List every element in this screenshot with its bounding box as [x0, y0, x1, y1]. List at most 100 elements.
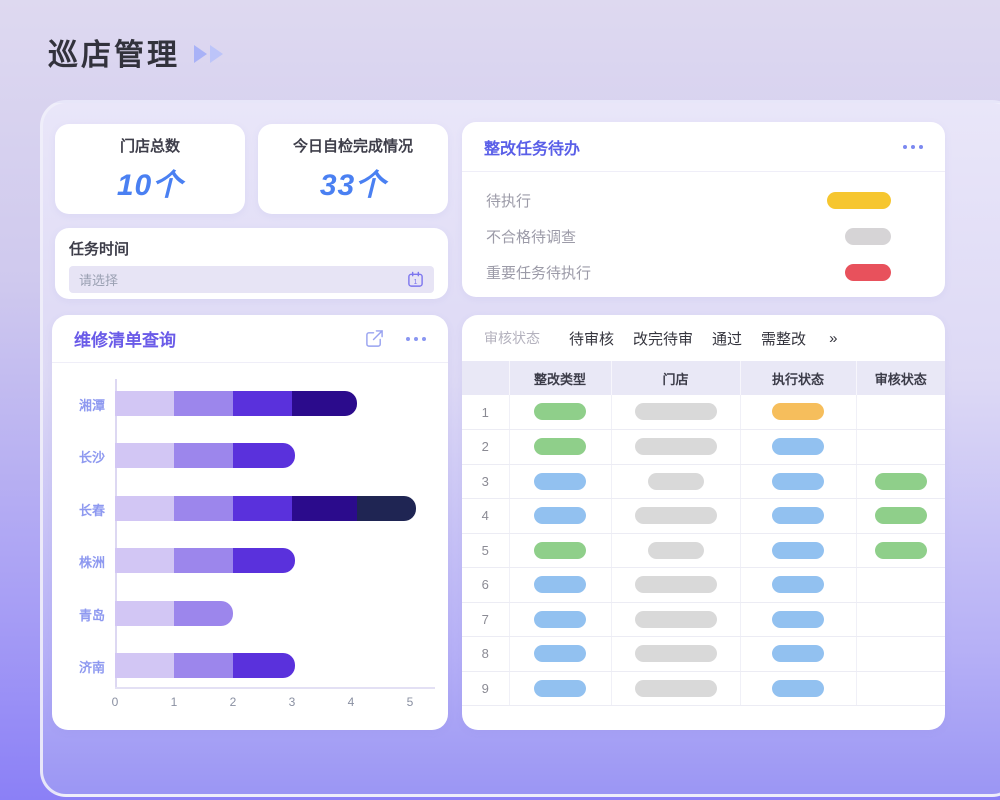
bar-segment: [115, 443, 174, 468]
bar-segment: [115, 653, 174, 678]
stacked-bar[interactable]: [115, 653, 295, 678]
row-number: 7: [462, 602, 509, 637]
status-pill: [875, 473, 927, 490]
status-pill: [845, 264, 891, 281]
todo-card: 整改任务待办 待执行不合格待调查重要任务待执行: [462, 122, 945, 297]
table-row[interactable]: 7: [462, 602, 945, 637]
stat-value: 33个: [320, 160, 386, 204]
chart-category-label: 株洲: [55, 552, 105, 571]
status-pill: [845, 228, 891, 245]
column-header: [462, 361, 509, 395]
chart-y-axis: [115, 379, 117, 687]
chart-bar-row: 青岛: [52, 601, 448, 626]
bar-segment: [292, 496, 357, 521]
bar-segment: [174, 391, 233, 416]
status-pill: [772, 645, 824, 662]
tabs-more-chevron[interactable]: »: [829, 330, 837, 347]
tab-通过[interactable]: 通过: [712, 328, 742, 349]
chart-bar-row: 济南: [52, 653, 448, 678]
chart-bar-row: 长沙: [52, 443, 448, 468]
row-number: 9: [462, 671, 509, 706]
status-pill: [772, 473, 824, 490]
x-tick-label: 5: [407, 695, 414, 709]
bar-segment: [174, 548, 233, 573]
table-row[interactable]: 3: [462, 464, 945, 499]
chart-category-label: 青岛: [55, 605, 105, 624]
chart-category-label: 长沙: [55, 447, 105, 466]
row-number: 3: [462, 464, 509, 499]
x-tick-label: 0: [112, 695, 119, 709]
column-header: 门店: [611, 361, 740, 395]
column-header: 执行状态: [740, 361, 856, 395]
review-filter-label: 审核状态: [484, 328, 540, 348]
bar-segment: [115, 391, 174, 416]
bar-segment: [115, 548, 174, 573]
tab-需整改[interactable]: 需整改: [761, 328, 806, 349]
x-tick-label: 1: [171, 695, 178, 709]
more-menu-icon[interactable]: [406, 337, 426, 341]
arrow-icon: [194, 45, 207, 63]
chart-bar-row: 长春: [52, 496, 448, 521]
stacked-bar[interactable]: [115, 496, 416, 521]
todo-item-label: 不合格待调查: [486, 226, 576, 247]
chart-category-label: 长春: [55, 500, 105, 519]
table-row[interactable]: 9: [462, 671, 945, 706]
task-time-select[interactable]: 请选择 1: [69, 266, 434, 293]
stacked-bar[interactable]: [115, 548, 295, 573]
table-row[interactable]: 6: [462, 568, 945, 603]
chart-x-axis: [115, 687, 435, 689]
status-pill: [635, 403, 717, 420]
status-pill: [875, 542, 927, 559]
bar-segment: [233, 496, 292, 521]
status-pill: [648, 473, 704, 490]
status-pill: [534, 576, 586, 593]
row-number: 6: [462, 568, 509, 603]
stacked-bar[interactable]: [115, 601, 233, 626]
status-pill: [635, 438, 717, 455]
todo-title: 整改任务待办: [484, 135, 580, 159]
todo-item: 重要任务待执行: [486, 254, 921, 290]
title-double-arrow-icon: [194, 45, 223, 63]
todo-item-label: 重要任务待执行: [486, 262, 591, 283]
stacked-bar[interactable]: [115, 443, 295, 468]
task-time-placeholder: 请选择: [79, 270, 407, 289]
table-row[interactable]: 5: [462, 533, 945, 568]
share-export-icon[interactable]: [365, 329, 384, 348]
status-pill: [534, 473, 586, 490]
x-tick-label: 2: [230, 695, 237, 709]
row-number: 2: [462, 430, 509, 465]
task-time-card: 任务时间 请选择 1: [55, 228, 448, 299]
calendar-icon[interactable]: 1: [407, 271, 424, 288]
stacked-bar[interactable]: [115, 391, 357, 416]
bar-segment: [174, 601, 233, 626]
status-pill: [772, 680, 824, 697]
review-table-body: 123456789: [462, 395, 945, 706]
bar-segment: [292, 391, 357, 416]
status-pill: [772, 403, 824, 420]
status-pill: [772, 542, 824, 559]
row-number: 8: [462, 637, 509, 672]
status-pill: [635, 611, 717, 628]
status-pill: [772, 576, 824, 593]
bar-segment: [233, 653, 295, 678]
table-row[interactable]: 4: [462, 499, 945, 534]
tab-改完待审[interactable]: 改完待审: [633, 328, 693, 349]
arrow-icon: [210, 45, 223, 63]
status-pill: [534, 611, 586, 628]
main-panel: 门店总数 10个 今日自检完成情况 33个 任务时间 请选择 1 整改任务待办 …: [40, 100, 1000, 797]
table-row[interactable]: 8: [462, 637, 945, 672]
stat-label: 今日自检完成情况: [293, 135, 413, 156]
x-tick-label: 3: [289, 695, 296, 709]
more-menu-icon[interactable]: [903, 145, 923, 149]
table-row[interactable]: 1: [462, 395, 945, 430]
row-number: 4: [462, 499, 509, 534]
status-pill: [772, 611, 824, 628]
status-pill: [875, 507, 927, 524]
stat-label: 门店总数: [120, 135, 180, 156]
table-row[interactable]: 2: [462, 430, 945, 465]
stat-card-self-check: 今日自检完成情况 33个: [258, 124, 448, 214]
bar-segment: [233, 443, 295, 468]
tab-待审核[interactable]: 待审核: [569, 328, 614, 349]
status-pill: [635, 680, 717, 697]
status-pill: [772, 438, 824, 455]
